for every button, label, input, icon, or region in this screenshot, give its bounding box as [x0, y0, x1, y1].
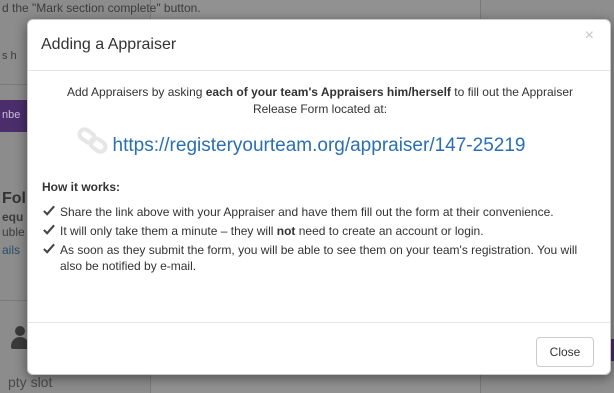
- add-appraiser-dialog: Adding a Appraiser × Add Appraisers by a…: [27, 19, 611, 375]
- list-item: As soon as they submit the form, you wil…: [42, 242, 602, 274]
- list-item: It will only take them a minute – they w…: [42, 223, 602, 239]
- dialog-intro-text: Add Appraisers by asking each of your te…: [48, 84, 592, 118]
- background-fragment: s h: [2, 50, 17, 62]
- background-heading-fragment: Fol: [2, 190, 26, 207]
- dialog-footer: Close: [28, 322, 610, 375]
- background-fragment: equ: [2, 210, 24, 224]
- step-text: Share the link above with your Appraiser…: [60, 205, 554, 219]
- background-fragment: nbe: [2, 109, 21, 121]
- check-icon: [43, 205, 55, 216]
- step-text: As soon as they submit the form, you wil…: [60, 243, 578, 273]
- background-empty-slot-text: pty slot: [8, 374, 53, 390]
- how-it-works-heading: How it works:: [42, 180, 121, 194]
- list-item: Share the link above with your Appraiser…: [42, 204, 602, 220]
- background-divider: [0, 300, 27, 301]
- background-fragment: uble: [2, 225, 25, 239]
- background-divider: [0, 84, 27, 85]
- step-bold-text: not: [276, 224, 296, 238]
- background-instruction-text: d the "Mark section complete" button.: [2, 1, 201, 15]
- check-icon: [43, 224, 55, 235]
- step-text: It will only take them a minute – they w…: [60, 224, 277, 238]
- close-icon[interactable]: ×: [585, 26, 594, 46]
- appraiser-link-row: https://registeryourteam.org/appraiser/1…: [28, 135, 610, 157]
- check-icon: [43, 243, 55, 254]
- dialog-header: Adding a Appraiser ×: [28, 20, 610, 71]
- close-button[interactable]: Close: [536, 337, 594, 367]
- intro-bold-text: each of your team's Appraisers him/herse…: [205, 85, 451, 99]
- steps-list: Share the link above with your Appraiser…: [42, 204, 602, 277]
- background-link-fragment: ails: [2, 243, 21, 257]
- dialog-title: Adding a Appraiser: [41, 36, 177, 53]
- appraiser-form-link[interactable]: https://registeryourteam.org/appraiser/1…: [113, 135, 526, 156]
- step-text: need to create an account or login.: [295, 224, 484, 238]
- intro-text-part: Add Appraisers by asking: [67, 85, 206, 99]
